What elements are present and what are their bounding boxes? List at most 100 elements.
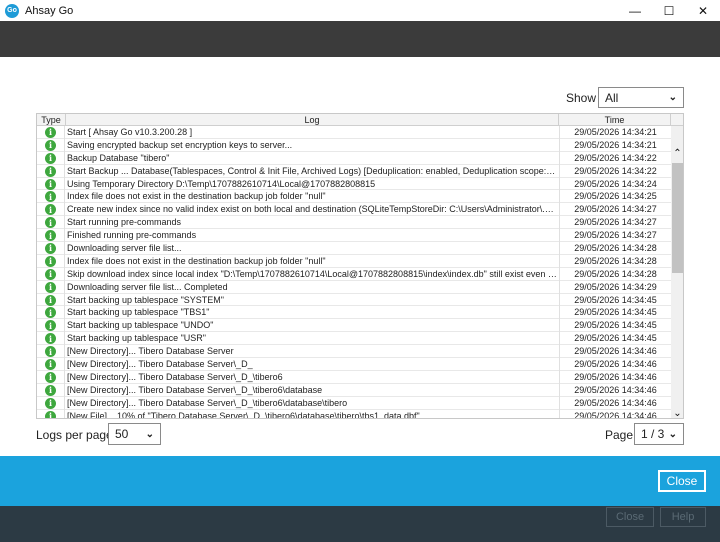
log-cell: [New Directory]... Tibero Database Serve… bbox=[67, 384, 323, 395]
info-icon: i bbox=[45, 371, 56, 383]
window-title: Ahsay Go bbox=[25, 4, 74, 17]
type-cell: i bbox=[37, 216, 65, 230]
info-icon: i bbox=[45, 230, 56, 242]
log-cell: Finished running pre-commands bbox=[67, 230, 197, 241]
table-row[interactable]: i Downloading server file list... 29/05/20… bbox=[37, 242, 671, 255]
table-row[interactable]: i Create new index since no valid index e… bbox=[37, 203, 671, 217]
type-cell: i bbox=[37, 383, 65, 397]
minimize-button[interactable]: — bbox=[618, 0, 652, 21]
table-row[interactable]: i [New Directory]... Tibero Database Serv… bbox=[37, 383, 671, 397]
maximize-button[interactable]: ☐ bbox=[652, 0, 686, 21]
info-icon: i bbox=[45, 191, 56, 203]
table-row[interactable]: i [New Directory]... Tibero Database Serv… bbox=[37, 370, 671, 384]
close-window-button[interactable]: ✕ bbox=[686, 0, 720, 21]
column-header-time[interactable]: Time bbox=[559, 114, 671, 126]
chevron-down-icon: ⌄ bbox=[668, 92, 677, 103]
info-icon: i bbox=[45, 410, 56, 418]
time-cell: 29/05/2026 14:34:29 bbox=[559, 280, 671, 294]
column-header-type[interactable]: Type bbox=[37, 114, 66, 126]
info-icon: i bbox=[45, 281, 56, 293]
time-cell: 29/05/2026 14:34:45 bbox=[559, 319, 671, 333]
table-row[interactable]: i Index file does not exist in the destin… bbox=[37, 254, 671, 268]
table-row[interactable]: i [New Directory]... Tibero Database Serv… bbox=[37, 358, 671, 371]
info-icon: i bbox=[45, 397, 56, 409]
table-row[interactable]: i Index file does not exist in the destin… bbox=[37, 190, 671, 204]
show-filter-select[interactable]: All ⌄ bbox=[598, 87, 684, 108]
table-row[interactable]: i Finished running pre-commands 29/05/2026… bbox=[37, 229, 671, 243]
time-cell: 29/05/2026 14:34:46 bbox=[559, 370, 671, 384]
log-cell: Index file does not exist in the destina… bbox=[67, 255, 326, 266]
info-icon: i bbox=[45, 139, 56, 151]
type-cell: i bbox=[37, 267, 65, 281]
type-cell: i bbox=[37, 358, 65, 371]
type-cell: i bbox=[37, 332, 65, 346]
table-row[interactable]: i Start [ Ahsay Go v10.3.200.28 ] 29/05/20… bbox=[37, 126, 671, 139]
time-cell: 29/05/2026 14:34:22 bbox=[559, 151, 671, 165]
time-cell: 29/05/2026 14:34:28 bbox=[559, 242, 671, 255]
log-cell: Start [ Ahsay Go v10.3.200.28 ] bbox=[67, 127, 193, 137]
type-cell: i bbox=[37, 345, 65, 359]
info-icon: i bbox=[45, 165, 56, 177]
info-icon: i bbox=[45, 178, 56, 190]
table-row[interactable]: i Using Temporary Directory D:\Temp\17078… bbox=[37, 177, 671, 191]
info-icon: i bbox=[45, 333, 56, 345]
table-row[interactable]: i Start running pre-commands 29/05/2026 14… bbox=[37, 216, 671, 230]
table-row[interactable]: i Saving encrypted backup set encryption … bbox=[37, 138, 671, 152]
footer-band bbox=[0, 456, 720, 506]
log-cell: [New Directory]... Tibero Database Serve… bbox=[67, 397, 348, 408]
scroll-down-icon[interactable]: ⌄ bbox=[671, 406, 683, 419]
time-cell: 29/05/2026 14:34:27 bbox=[559, 216, 671, 230]
table-body: i Start [ Ahsay Go v10.3.200.28 ] 29/05/20… bbox=[37, 126, 671, 418]
header-band bbox=[0, 21, 720, 57]
table-row[interactable]: i Skip download index since local index "… bbox=[37, 267, 671, 281]
vertical-scrollbar[interactable]: ⌃ ⌄ bbox=[671, 126, 683, 419]
table-row[interactable]: i Backup Database "tibero" 29/05/2026 14:3… bbox=[37, 151, 671, 165]
table-row[interactable]: i [New Directory]... Tibero Database Serv… bbox=[37, 396, 671, 410]
time-cell: 29/05/2026 14:34:25 bbox=[559, 190, 671, 204]
logs-per-page-label: Logs per page bbox=[36, 428, 113, 442]
info-icon: i bbox=[45, 294, 56, 306]
table-row[interactable]: i Start backing up tablespace "USR" 29/05/… bbox=[37, 332, 671, 346]
type-cell: i bbox=[37, 280, 65, 294]
info-icon: i bbox=[45, 358, 56, 370]
time-cell: 29/05/2026 14:34:24 bbox=[559, 177, 671, 191]
info-icon: i bbox=[45, 126, 56, 138]
logs-per-page-select[interactable]: 50 ⌄ bbox=[108, 423, 161, 445]
type-cell: i bbox=[37, 151, 65, 165]
time-cell: 29/05/2026 14:34:45 bbox=[559, 293, 671, 307]
type-cell: i bbox=[37, 396, 65, 410]
log-cell: Using Temporary Directory D:\Temp\170788… bbox=[67, 178, 376, 189]
time-cell: 29/05/2026 14:34:21 bbox=[559, 138, 671, 152]
table-row[interactable]: i [New File]... 10% of "Tibero Database S… bbox=[37, 409, 671, 418]
time-cell: 29/05/2026 14:34:27 bbox=[559, 203, 671, 217]
time-cell: 29/05/2026 14:34:22 bbox=[559, 164, 671, 178]
time-cell: 29/05/2026 14:34:46 bbox=[559, 409, 671, 418]
info-icon: i bbox=[45, 346, 56, 358]
page-label: Page bbox=[605, 428, 634, 442]
page-select[interactable]: 1 / 3 ⌄ bbox=[634, 423, 684, 445]
type-cell: i bbox=[37, 254, 65, 268]
table-row[interactable]: i Start backing up tablespace "SYSTEM" 29/… bbox=[37, 293, 671, 307]
log-table: Type Log Time i Start [ Ahsay Go v10.3.20… bbox=[36, 113, 684, 419]
chevron-down-icon: ⌄ bbox=[145, 428, 154, 440]
scroll-thumb[interactable] bbox=[672, 163, 683, 273]
time-cell: 29/05/2026 14:34:46 bbox=[559, 383, 671, 397]
time-cell: 29/05/2026 14:34:46 bbox=[559, 358, 671, 371]
scroll-up-icon[interactable]: ⌃ bbox=[671, 146, 683, 160]
table-row[interactable]: i Downloading server file list... Complet… bbox=[37, 280, 671, 294]
time-cell: 29/05/2026 14:34:45 bbox=[559, 332, 671, 346]
info-icon: i bbox=[45, 242, 56, 254]
log-cell: Start backing up tablespace "TBS1" bbox=[67, 307, 210, 318]
table-row[interactable]: i Start Backup ... Database(Tablespaces, … bbox=[37, 164, 671, 178]
table-row[interactable]: i [New Directory]... Tibero Database Serv… bbox=[37, 345, 671, 359]
close-button[interactable]: Close bbox=[658, 470, 706, 492]
log-cell: [New Directory]... Tibero Database Serve… bbox=[67, 371, 283, 382]
table-row[interactable]: i Start backing up tablespace "TBS1" 29/05… bbox=[37, 306, 671, 320]
type-cell: i bbox=[37, 177, 65, 191]
table-row[interactable]: i Start backing up tablespace "UNDO" 29/05… bbox=[37, 319, 671, 333]
type-cell: i bbox=[37, 242, 65, 255]
log-cell: [New Directory]... Tibero Database Serve… bbox=[67, 359, 253, 370]
column-header-log[interactable]: Log bbox=[66, 114, 559, 126]
log-cell: Start running pre-commands bbox=[67, 217, 182, 228]
type-cell: i bbox=[37, 319, 65, 333]
